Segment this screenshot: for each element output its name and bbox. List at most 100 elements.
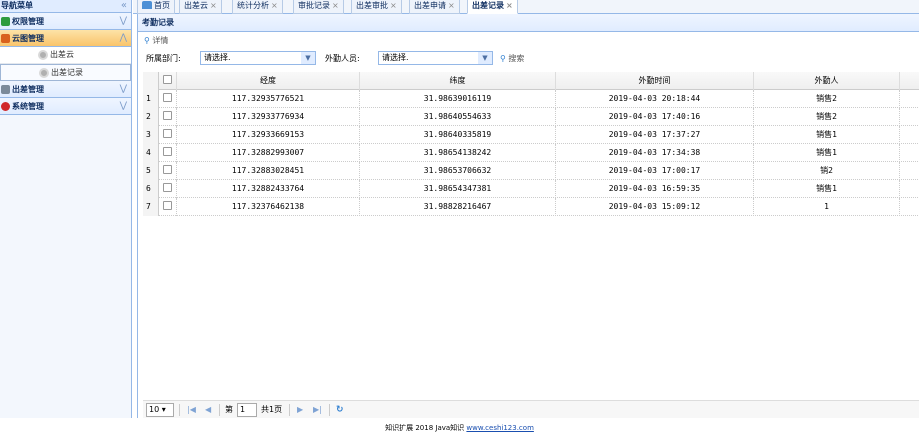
separator xyxy=(179,404,180,416)
page-number-value: 1 xyxy=(240,405,246,414)
page-prefix: 第 xyxy=(225,405,233,414)
close-icon[interactable]: × xyxy=(332,1,339,10)
column-header-time[interactable]: 外勤时间 xyxy=(556,72,754,90)
tab-label: 审批记录 xyxy=(298,1,330,10)
chevron-up-icon: ⋀ xyxy=(119,33,127,43)
time-cell: 2019-04-03 17:34:38 xyxy=(556,144,754,162)
row-checkbox[interactable] xyxy=(159,144,177,162)
checkbox-icon xyxy=(163,129,172,138)
row-checkbox[interactable] xyxy=(159,198,177,216)
address-cell: 安徽 xyxy=(900,162,919,180)
page-number-input[interactable]: 1 xyxy=(237,403,257,417)
table-row[interactable]: 6 117.32882433764 31.98654347381 2019-04-03… xyxy=(143,180,919,198)
column-header-longitude[interactable]: 经度 xyxy=(177,72,360,90)
gear-icon xyxy=(39,68,49,78)
longitude-cell: 117.32883028451 xyxy=(177,162,360,180)
table-row[interactable]: 1 117.32935776521 31.98639016119 2019-04-03… xyxy=(143,90,919,108)
column-header-person[interactable]: 外勤人 xyxy=(754,72,900,90)
tab-trip-records[interactable]: 出差记录 × xyxy=(467,0,518,14)
latitude-cell: 31.98640554633 xyxy=(360,108,556,126)
page-size-value: 10 xyxy=(149,405,160,414)
tab-label: 出差审批 xyxy=(356,1,388,10)
sidebar-panel-business-trips[interactable]: 出差管理 ⋁ xyxy=(0,81,131,98)
row-number: 2 xyxy=(143,108,159,126)
tab-home[interactable]: 首页 xyxy=(137,0,175,14)
address-cell: 安徽 xyxy=(900,198,919,216)
sidebar-item-business-trip-records[interactable]: 出差记录 xyxy=(0,64,131,81)
separator xyxy=(329,404,330,416)
sidebar-panel-system[interactable]: 系统管理 ⋁ xyxy=(0,98,131,115)
toolbar-actions: ⚲ 详情 xyxy=(138,32,919,49)
address-cell: 安徽 xyxy=(900,108,919,126)
tab-statistics[interactable]: 统计分析 × xyxy=(232,0,283,14)
close-icon[interactable]: × xyxy=(271,1,278,10)
address-cell: 安徽 xyxy=(900,126,919,144)
column-header-latitude[interactable]: 纬度 xyxy=(360,72,556,90)
search-icon: ⚲ xyxy=(500,54,506,63)
next-page-button[interactable]: ▶ xyxy=(297,403,303,417)
tab-business-trip-cloud[interactable]: 出差云 × xyxy=(179,0,222,14)
person-cell: 1 xyxy=(754,198,900,216)
separator xyxy=(219,404,220,416)
checkbox-icon xyxy=(163,201,172,210)
home-icon xyxy=(142,1,152,9)
table-row[interactable]: 3 117.32933669153 31.98640335819 2019-04-03… xyxy=(143,126,919,144)
department-select-value: 请选择. xyxy=(204,53,231,62)
table-row[interactable]: 7 117.32376462138 31.98828216467 2019-04-03… xyxy=(143,198,919,216)
field-staff-select[interactable]: 请选择. ▼ xyxy=(378,51,493,65)
table-row[interactable]: 2 117.32933776934 31.98640554633 2019-04-03… xyxy=(143,108,919,126)
row-checkbox[interactable] xyxy=(159,162,177,180)
sidebar-panel-cloud[interactable]: 云图管理 ⋀ xyxy=(0,30,131,47)
search-icon: ⚲ xyxy=(144,36,150,45)
column-header-address[interactable] xyxy=(900,72,919,90)
checkbox-icon xyxy=(163,183,172,192)
last-page-button[interactable]: ▶| xyxy=(313,403,322,417)
collapse-sidebar-icon[interactable]: « xyxy=(121,0,127,12)
footer-link[interactable]: www.ceshi123.com xyxy=(466,424,533,432)
longitude-cell: 117.32933669153 xyxy=(177,126,360,144)
close-icon[interactable]: × xyxy=(390,1,397,10)
tab-label: 出差记录 xyxy=(472,1,504,10)
sidebar-item-business-trip-cloud[interactable]: 出差云 xyxy=(0,47,131,64)
attendance-panel: 考勤记录 ⚲ 详情 所属部门: 请选择. ▼ 外勤人员: 请选择. ▼ ⚲ 搜索… xyxy=(137,14,919,418)
time-cell: 2019-04-03 16:59:35 xyxy=(556,180,754,198)
address-cell: 安徽 xyxy=(900,144,919,162)
row-checkbox[interactable] xyxy=(159,126,177,144)
search-button[interactable]: ⚲ 搜索 xyxy=(500,52,524,65)
chevron-down-icon[interactable]: ▼ xyxy=(301,52,315,64)
table-row[interactable]: 4 117.32882993007 31.98654138242 2019-04-03… xyxy=(143,144,919,162)
row-checkbox[interactable] xyxy=(159,90,177,108)
tab-label: 首页 xyxy=(154,1,170,10)
close-icon[interactable]: × xyxy=(448,1,455,10)
row-checkbox[interactable] xyxy=(159,108,177,126)
longitude-cell: 117.32882993007 xyxy=(177,144,360,162)
tab-trip-application[interactable]: 出差申请 × xyxy=(409,0,460,14)
tab-trip-approval[interactable]: 出差审批 × xyxy=(351,0,402,14)
refresh-icon[interactable]: ↻ xyxy=(336,403,344,417)
row-checkbox[interactable] xyxy=(159,180,177,198)
sidebar-panel-permissions[interactable]: 权限管理 ⋁ xyxy=(0,13,131,30)
field-staff-label: 外勤人员: xyxy=(325,54,360,63)
department-select[interactable]: 请选择. ▼ xyxy=(200,51,316,65)
first-page-button[interactable]: |◀ xyxy=(187,403,196,417)
row-number: 3 xyxy=(143,126,159,144)
time-cell: 2019-04-03 20:18:44 xyxy=(556,90,754,108)
previous-page-button[interactable]: ◀ xyxy=(205,403,211,417)
close-icon[interactable]: × xyxy=(210,1,217,10)
checkbox-icon xyxy=(163,147,172,156)
close-icon[interactable]: × xyxy=(506,1,513,10)
footer-text: 知识扩展 2018 Java知识 xyxy=(385,424,465,432)
latitude-cell: 31.98828216467 xyxy=(360,198,556,216)
latitude-cell: 31.98654138242 xyxy=(360,144,556,162)
tab-approval-records[interactable]: 审批记录 × xyxy=(293,0,344,14)
table-row[interactable]: 5 117.32883028451 31.98653706632 2019-04-03… xyxy=(143,162,919,180)
longitude-cell: 117.32933776934 xyxy=(177,108,360,126)
sidebar-item-label: 出差云 xyxy=(50,50,74,59)
detail-button[interactable]: ⚲ 详情 xyxy=(144,34,168,47)
person-cell: 销售1 xyxy=(754,126,900,144)
page-size-select[interactable]: 10 ▾ xyxy=(146,403,174,417)
time-cell: 2019-04-03 17:40:16 xyxy=(556,108,754,126)
chevron-down-icon[interactable]: ▼ xyxy=(478,52,492,64)
sidebar-title: 导航菜单 xyxy=(1,1,33,10)
select-all-checkbox[interactable] xyxy=(159,72,177,90)
